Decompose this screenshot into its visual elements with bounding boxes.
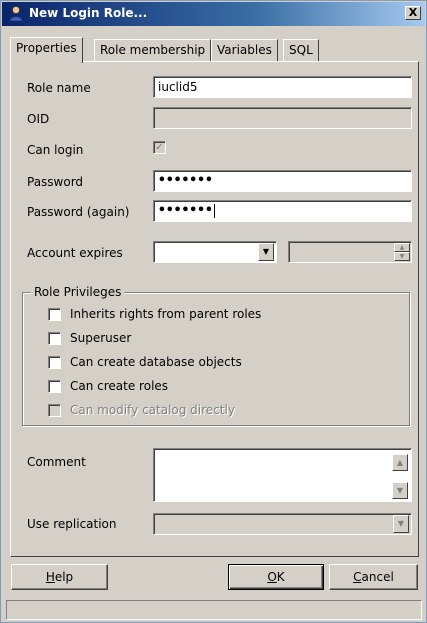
login-role-dialog: New Login Role... X Properties Role memb… — [0, 0, 427, 623]
help-button[interactable]: Help — [11, 564, 108, 590]
tab-label: Variables — [217, 43, 272, 57]
help-mnemonic: H — [45, 570, 55, 584]
user-icon — [9, 6, 23, 21]
title-bar: New Login Role... X — [2, 2, 425, 26]
comment-scroll-down[interactable]: ▼ — [392, 482, 408, 499]
comment-label: Comment — [27, 455, 86, 469]
text-caret — [213, 203, 215, 218]
tab-label: SQL — [289, 43, 313, 57]
help-label: elp — [54, 570, 74, 584]
password-again-value: ••••••• — [158, 203, 213, 218]
tab-variables[interactable]: Variables — [211, 39, 278, 61]
date-dropdown-button[interactable]: ▼ — [258, 243, 274, 261]
superuser-checkbox[interactable] — [48, 332, 61, 345]
replication-dropdown-button: ▼ — [393, 515, 409, 533]
comment-textarea[interactable] — [153, 448, 412, 502]
superuser-label[interactable]: Superuser — [70, 331, 131, 345]
can-login-label: Can login — [27, 143, 84, 157]
time-spin-up: ▲ — [394, 243, 410, 252]
oid-input — [153, 107, 412, 129]
chevron-down-icon: ▼ — [262, 247, 270, 256]
tab-label: Properties — [16, 41, 77, 55]
time-spin-down: ▼ — [394, 252, 410, 261]
create-db-checkbox[interactable] — [48, 356, 61, 369]
close-button[interactable]: X — [405, 6, 421, 20]
password-again-label: Password (again) — [27, 205, 130, 219]
inherits-checkbox[interactable] — [48, 308, 61, 321]
tab-label: Role membership — [100, 43, 206, 57]
comment-scroll-up[interactable]: ▲ — [392, 454, 408, 471]
modify-catalog-label: Can modify catalog directly — [70, 403, 235, 417]
window-title: New Login Role... — [29, 6, 148, 20]
cancel-label: ancel — [361, 570, 394, 584]
create-roles-checkbox[interactable] — [48, 380, 61, 393]
ok-mnemonic: O — [267, 570, 277, 584]
can-login-checkbox: ✓ — [153, 141, 166, 154]
account-expires-label: Account expires — [27, 246, 123, 260]
oid-label: OID — [27, 112, 50, 126]
password-again-input[interactable]: ••••••• — [153, 200, 412, 222]
cancel-mnemonic: C — [353, 570, 362, 584]
replication-select — [153, 513, 412, 535]
status-bar — [6, 600, 422, 620]
password-label: Password — [27, 175, 84, 189]
password-input[interactable]: ••••••• — [153, 170, 412, 192]
tab-role-membership[interactable]: Role membership — [94, 39, 212, 61]
ok-button[interactable]: OK — [228, 564, 324, 590]
checkmark-icon: ✓ — [155, 142, 164, 153]
tab-properties[interactable]: Properties — [10, 37, 83, 63]
replication-label: Use replication — [27, 517, 117, 531]
inherits-label[interactable]: Inherits rights from parent roles — [70, 307, 261, 321]
chevron-down-icon: ▼ — [397, 519, 405, 528]
role-name-label: Role name — [27, 81, 91, 95]
ok-label: K — [276, 570, 285, 584]
modify-catalog-checkbox — [48, 404, 61, 417]
tab-sql[interactable]: SQL — [283, 39, 319, 61]
create-roles-label[interactable]: Can create roles — [70, 379, 168, 393]
close-icon: X — [408, 6, 418, 19]
create-db-label[interactable]: Can create database objects — [70, 355, 242, 369]
role-privileges-title: Role Privileges — [31, 285, 125, 299]
cancel-button[interactable]: Cancel — [329, 564, 418, 590]
role-name-input[interactable]: iuclid5 — [153, 76, 412, 98]
